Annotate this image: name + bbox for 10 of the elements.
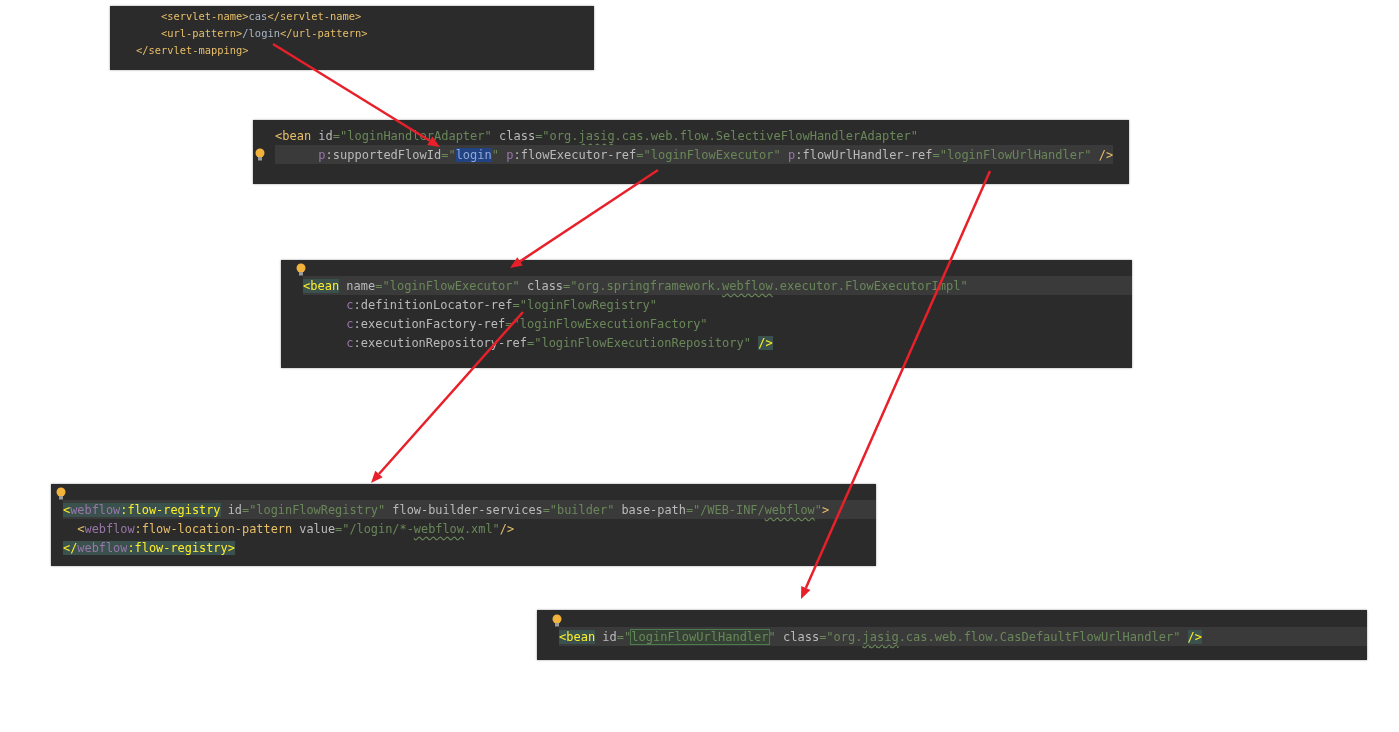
code-line: <url-pattern>/login</url-pattern> <box>160 25 369 41</box>
lightbulb-icon[interactable] <box>56 486 66 500</box>
code-line: </webflow:flow-registry> <box>63 539 236 557</box>
code-line: </servlet-mapping> <box>136 42 250 58</box>
lightbulb-icon[interactable] <box>255 148 265 161</box>
code-line: c:definitionLocator-ref="loginFlowRegistry" <box>345 296 659 314</box>
code-line: <webflow:flow-location-pattern value="/login/*-webflow.xml"/> <box>76 520 516 538</box>
code-line: <servlet-name>cas</servlet-name> <box>160 8 363 24</box>
lightbulb-icon[interactable] <box>552 613 562 627</box>
lightbulb-icon[interactable] <box>296 262 306 276</box>
